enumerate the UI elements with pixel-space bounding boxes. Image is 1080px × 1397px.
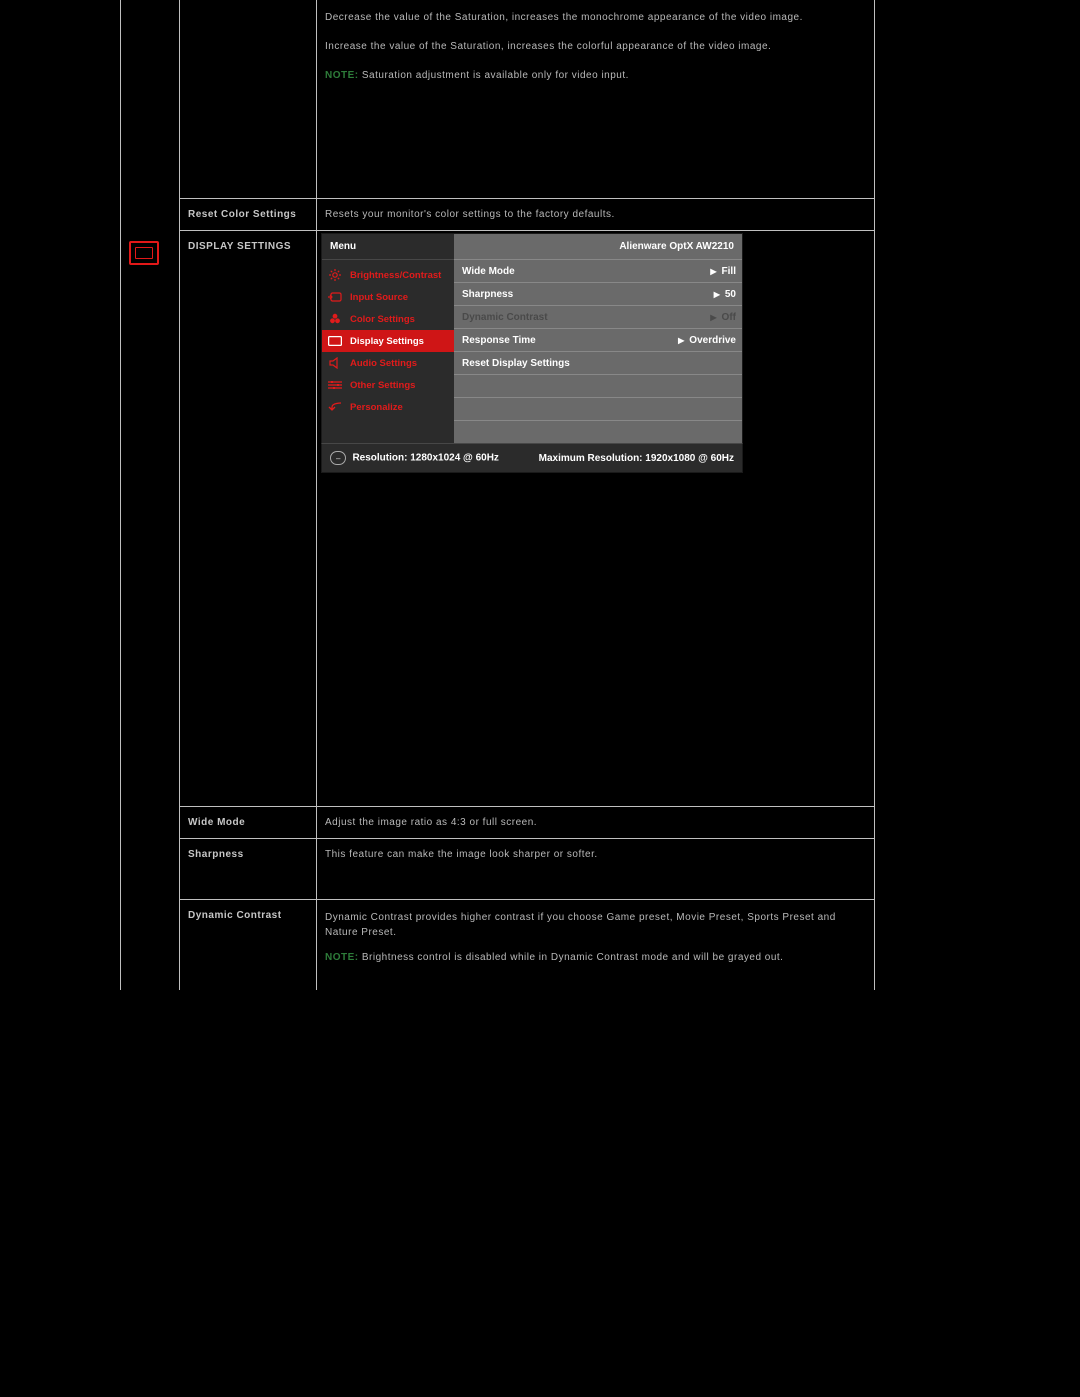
icon-col — [121, 231, 180, 991]
osd-row-blank: . — [454, 398, 742, 421]
connector-icon: – — [330, 451, 346, 465]
label-text: Sharpness — [188, 849, 244, 860]
row-sharpness: Sharpness This feature can make the imag… — [121, 839, 875, 900]
osd-menu-title: Menu — [322, 234, 454, 260]
row-value: ▶50 — [714, 289, 736, 300]
osd-item-label: Display Settings — [350, 336, 424, 347]
row-value: ▶Off — [710, 312, 736, 323]
osd-item-label: Brightness/Contrast — [350, 270, 441, 281]
label-sharpness: Sharpness — [180, 839, 317, 900]
dyn-line-1: Dynamic Contrast provides higher contras… — [325, 910, 866, 940]
desc-text: Adjust the image ratio as 4:3 or full sc… — [325, 817, 537, 828]
desc-reset-color: Resets your monitor's color settings to … — [317, 199, 875, 231]
page: Decrease the value of the Saturation, in… — [0, 0, 1080, 1397]
osd-res-right: Maximum Resolution: 1920x1080 @ 60Hz — [539, 453, 734, 464]
osd-item-label: Personalize — [350, 402, 403, 413]
osd-row-wide[interactable]: Wide Mode ▶Fill — [454, 260, 742, 283]
label-col-blank — [180, 0, 317, 199]
osd-row-blank: . — [454, 375, 742, 398]
label-reset-color: Reset Color Settings — [180, 199, 317, 231]
chevron-right-icon: ▶ — [710, 267, 716, 276]
osd-row-reset[interactable]: Reset Display Settings — [454, 352, 742, 375]
osd-row-dyncontrast: Dynamic Contrast ▶Off — [454, 306, 742, 329]
row-name: Dynamic Contrast — [462, 312, 548, 323]
row-name: Wide Mode — [462, 266, 515, 277]
label-dynamic-contrast: Dynamic Contrast — [180, 900, 317, 991]
chevron-right-icon: ▶ — [710, 313, 716, 322]
desc-saturation: Decrease the value of the Saturation, in… — [317, 0, 875, 199]
desc-dynamic-contrast: Dynamic Contrast provides higher contras… — [317, 900, 875, 991]
desc-wide-mode: Adjust the image ratio as 4:3 or full sc… — [317, 807, 875, 839]
osd-left-panel: Menu Brightness/Contrast — [322, 234, 454, 443]
sliders-icon — [328, 380, 342, 390]
label-text: Reset Color Settings — [188, 209, 296, 220]
note-prefix: NOTE: — [325, 952, 359, 963]
osd-item-label: Color Settings — [350, 314, 415, 325]
back-arrow-icon — [328, 402, 342, 412]
row-name: Reset Display Settings — [462, 358, 570, 369]
desc-text: Resets your monitor's color settings to … — [325, 209, 615, 220]
osd-brand: Alienware OptX AW2210 — [454, 234, 742, 260]
color-icon — [328, 313, 342, 325]
osd-item-brightness[interactable]: Brightness/Contrast — [322, 264, 454, 286]
osd-item-personalize[interactable]: Personalize — [322, 396, 454, 418]
desc-sharpness: This feature can make the image look sha… — [317, 839, 875, 900]
osd-item-input[interactable]: Input Source — [322, 286, 454, 308]
osd-right-panel: Alienware OptX AW2210 Wide Mode ▶Fill Sh… — [454, 234, 742, 443]
icon-col-blank — [121, 0, 180, 231]
osd: Menu Brightness/Contrast — [321, 233, 743, 473]
osd-item-label: Audio Settings — [350, 358, 417, 369]
row-reset-color: Reset Color Settings Resets your monitor… — [121, 199, 875, 231]
saturation-line-1: Decrease the value of the Saturation, in… — [325, 10, 866, 25]
osd-menu: Brightness/Contrast Input Source — [322, 260, 454, 426]
osd-item-audio[interactable]: Audio Settings — [322, 352, 454, 374]
note-text: Brightness control is disabled while in … — [359, 952, 784, 963]
osd-res-left: –Resolution: 1280x1024 @ 60Hz — [330, 451, 499, 465]
osd-item-label: Other Settings — [350, 380, 415, 391]
label-display-settings: DISPLAY SETTINGS — [180, 231, 317, 807]
row-display-settings: DISPLAY SETTINGS Menu Brightness/Contras… — [121, 231, 875, 807]
speaker-icon — [328, 357, 342, 369]
content-table: Decrease the value of the Saturation, in… — [120, 0, 875, 990]
osd-item-color[interactable]: Color Settings — [322, 308, 454, 330]
display-settings-icon — [129, 241, 159, 265]
row-name: Response Time — [462, 335, 536, 346]
label-text: Dynamic Contrast — [188, 910, 282, 921]
desc-text: This feature can make the image look sha… — [325, 849, 598, 860]
osd-item-other[interactable]: Other Settings — [322, 374, 454, 396]
note-prefix: NOTE: — [325, 70, 359, 81]
osd-row-blank: . — [454, 421, 742, 443]
row-wide-mode: Wide Mode Adjust the image ratio as 4:3 … — [121, 807, 875, 839]
input-icon — [328, 292, 342, 302]
dyn-note: NOTE: Brightness control is disabled whi… — [325, 950, 866, 965]
desc-display-settings: Menu Brightness/Contrast — [317, 231, 875, 807]
label-text: Wide Mode — [188, 817, 245, 828]
saturation-line-2: Increase the value of the Saturation, in… — [325, 39, 866, 54]
row-dynamic-contrast: Dynamic Contrast Dynamic Contrast provid… — [121, 900, 875, 991]
chevron-right-icon: ▶ — [678, 336, 684, 345]
note-text: Saturation adjustment is available only … — [359, 70, 629, 81]
row-saturation-cont: Decrease the value of the Saturation, in… — [121, 0, 875, 199]
row-value: ▶Overdrive — [678, 335, 736, 346]
osd-bottom: –Resolution: 1280x1024 @ 60Hz Maximum Re… — [321, 443, 743, 473]
row-name: Sharpness — [462, 289, 513, 300]
osd-row-sharpness[interactable]: Sharpness ▶50 — [454, 283, 742, 306]
display-icon — [328, 336, 342, 346]
sun-icon — [328, 269, 342, 281]
osd-row-response[interactable]: Response Time ▶Overdrive — [454, 329, 742, 352]
osd-item-display[interactable]: Display Settings — [322, 330, 454, 352]
osd-item-label: Input Source — [350, 292, 408, 303]
label-wide-mode: Wide Mode — [180, 807, 317, 839]
row-value: ▶Fill — [710, 266, 736, 277]
saturation-note: NOTE: Saturation adjustment is available… — [325, 68, 866, 83]
chevron-right-icon: ▶ — [714, 290, 720, 299]
label-text: DISPLAY SETTINGS — [188, 241, 291, 252]
osd-top: Menu Brightness/Contrast — [321, 233, 743, 443]
